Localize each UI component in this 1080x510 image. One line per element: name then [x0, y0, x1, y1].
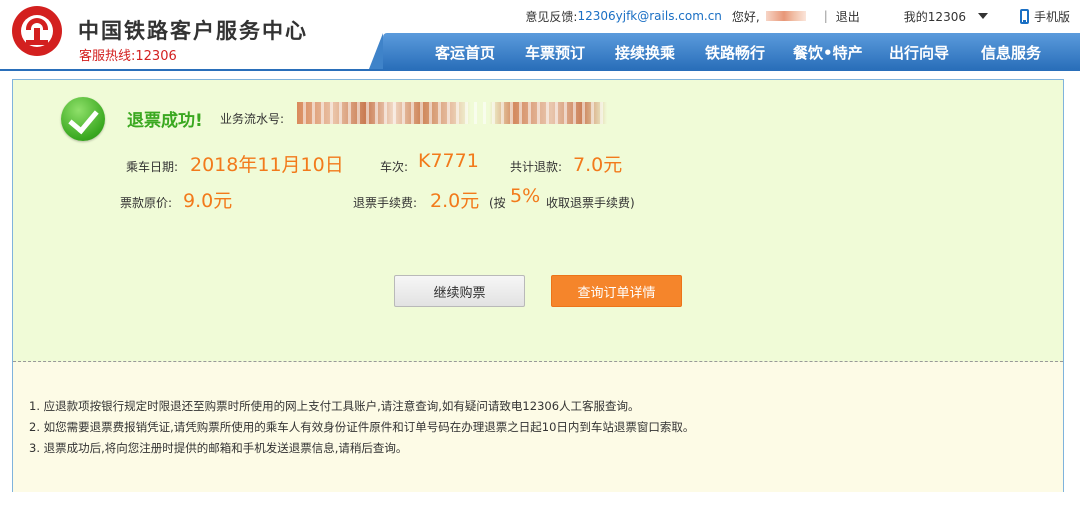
refund-fee-label: 退票手续费: — [353, 196, 418, 210]
service-hotline: 客服热线:12306 — [79, 49, 177, 64]
caret-down-icon[interactable] — [977, 13, 988, 19]
success-check-icon — [61, 97, 105, 141]
fee-rate-value: 5% — [510, 185, 541, 207]
total-refund-label: 共计退款: — [510, 160, 563, 174]
railway-logo-icon[interactable] — [12, 6, 62, 56]
feedback-email-link[interactable]: 12306yjfk@rails.com.cn — [577, 9, 721, 23]
username-redacted — [765, 11, 806, 21]
serial-number-label: 业务流水号: — [220, 112, 285, 126]
serial-number-redacted — [297, 102, 607, 124]
note-item: 3. 退票成功后,将向您注册时提供的邮箱和手机发送退票信息,请稍后查询。 — [29, 441, 408, 455]
fee-rate-suffix: 收取退票手续费) — [546, 196, 635, 210]
nav-item-ticket-booking[interactable]: 车票预订 — [525, 42, 585, 63]
note-item: 2. 如您需要退票费报销凭证,请凭购票所使用的乘车人有效身份证件原件和订单号码在… — [29, 420, 695, 434]
feedback-label: 意见反馈: — [525, 9, 578, 24]
fee-rate-prefix: (按 — [489, 196, 506, 210]
note-item: 1. 应退款项按银行规定时限退还至购票时所使用的网上支付工具账户,请注意查询,如… — [29, 399, 640, 413]
train-number-label: 车次: — [380, 160, 409, 174]
total-refund-value: 7.0元 — [573, 154, 623, 176]
nav-item-transfer[interactable]: 接续换乘 — [615, 42, 675, 63]
travel-date-value: 2018年11月10日 — [190, 154, 344, 176]
site-title: 中国铁路客户服务中心 — [78, 18, 308, 43]
my12306-menu[interactable]: 我的12306 — [904, 8, 966, 25]
nav-item-info-service[interactable]: 信息服务 — [981, 42, 1041, 63]
original-price-label: 票款原价: — [120, 196, 173, 210]
refund-notes: 1. 应退款项按银行规定时限退还至购票时所使用的网上支付工具账户,请注意查询,如… — [29, 396, 694, 459]
travel-date-label: 乘车日期: — [126, 160, 179, 174]
logout-link[interactable]: 退出 — [836, 8, 860, 25]
train-number-value: K7771 — [418, 150, 479, 172]
top-utility-bar: 意见反馈: 12306yjfk@rails.com.cn 您好, | 退出 我的… — [525, 7, 1070, 25]
order-detail-button[interactable]: 查询订单详情 — [551, 275, 682, 307]
site-header: 中国铁路客户服务中心 客服热线:12306 意见反馈: 12306yjfk@ra… — [0, 0, 1080, 71]
greeting-text: 您好, — [731, 9, 760, 24]
refund-fee-value: 2.0元 — [430, 190, 480, 212]
continue-booking-button[interactable]: 继续购票 — [394, 275, 525, 307]
mobile-version-link[interactable]: 手机版 — [1034, 8, 1070, 25]
refund-summary-area: 退票成功! 业务流水号: 乘车日期: 2018年11月10日 车次: K7771… — [13, 80, 1063, 362]
header-divider — [0, 69, 1080, 71]
nav-item-catering[interactable]: 餐饮•特产 — [793, 42, 863, 63]
nav-item-travel-guide[interactable]: 出行向导 — [889, 42, 949, 63]
phone-icon[interactable] — [1019, 8, 1029, 24]
refund-success-title: 退票成功! — [127, 111, 203, 131]
original-price-value: 9.0元 — [183, 190, 233, 212]
nav-item-home[interactable]: 客运首页 — [435, 42, 495, 63]
refund-result-panel: 退票成功! 业务流水号: 乘车日期: 2018年11月10日 车次: K7771… — [12, 79, 1064, 492]
main-nav: 客运首页 车票预订 接续换乘 铁路畅行 餐饮•特产 出行向导 信息服务 — [369, 33, 1080, 69]
topbar-separator: | — [823, 9, 828, 23]
nav-item-railway-pass[interactable]: 铁路畅行 — [705, 42, 765, 63]
